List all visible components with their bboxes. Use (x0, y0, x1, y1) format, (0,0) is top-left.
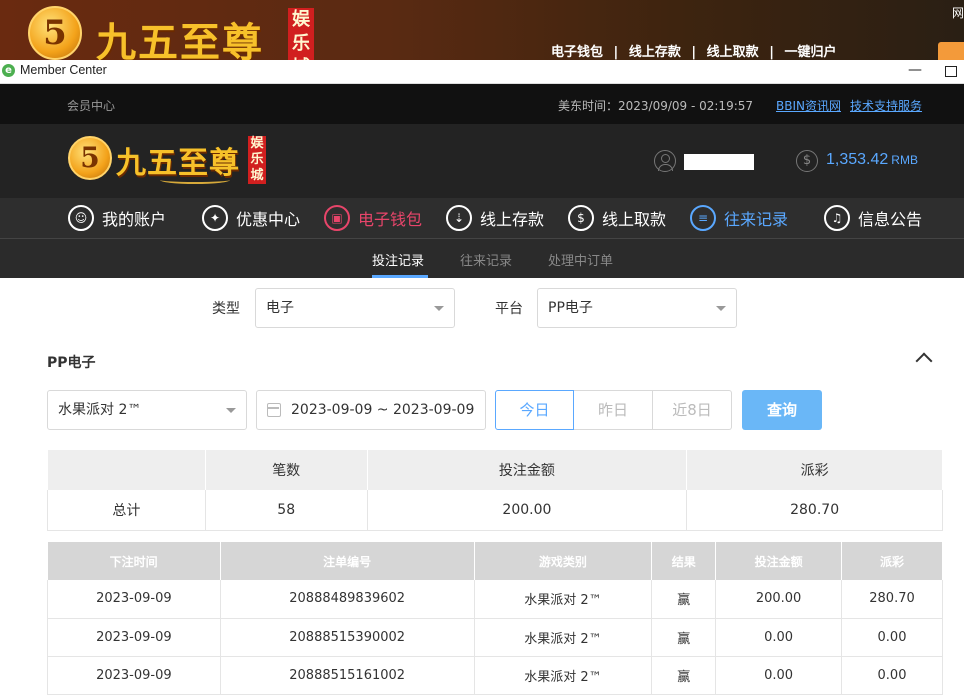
nav-promotions[interactable]: ✦ 优惠中心 (202, 205, 300, 231)
summary-header-row: 笔数 投注金额 派彩 (47, 450, 943, 490)
account-balance: 1,353.42 RMB (826, 151, 918, 169)
main-nav: ☺ 我的账户 ✦ 优惠中心 ▣ 电子钱包 ⇣ 线上存款 $ 线上取款 ≡ 往来记录 ♫ 信息公… (0, 198, 964, 239)
today-button[interactable]: 今日 (495, 390, 574, 430)
nav-announcements[interactable]: ♫ 信息公告 (824, 205, 922, 231)
bbin-news-link[interactable]: BBIN资讯网 (776, 97, 841, 114)
background-nav: 电子钱包 | 线上存款 | 线上取款 | 一键归户 (551, 45, 837, 60)
tech-support-link[interactable]: 技术支持服务 (850, 97, 922, 114)
tab-bet-records[interactable]: 投注记录 (372, 250, 424, 269)
summary-header-cell: 笔数 (205, 450, 368, 490)
balance-currency: RMB (891, 153, 918, 167)
chevron-down-icon (226, 408, 236, 413)
summary-bet-amount: 200.00 (367, 490, 688, 531)
records-header-cell: 注单编号 (220, 542, 475, 580)
nav-online-deposit[interactable]: ⇣ 线上存款 (446, 205, 544, 231)
window-title: Member Center (20, 63, 107, 77)
user-icon: ☺ (68, 205, 94, 231)
logo-tag: 娱乐城 (248, 136, 266, 184)
chevron-up-icon[interactable] (915, 352, 933, 370)
background-nav-wallet[interactable]: 电子钱包 (551, 45, 603, 60)
background-corner-text: 网 (951, 6, 964, 20)
maximize-icon[interactable] (945, 66, 957, 77)
table-row: 2023-09-09 20888515161002 水果派对 2™ 赢 0.00… (47, 656, 943, 695)
sub-tabs: 投注记录 往来记录 处理中订单 (0, 239, 964, 278)
browser-app-icon: e (2, 64, 15, 77)
nav-online-withdraw[interactable]: $ 线上取款 (568, 205, 666, 231)
table-row: 2023-09-09 20888515390002 水果派对 2™ 赢 0.00… (47, 618, 943, 657)
type-select[interactable]: 电子 (255, 288, 455, 328)
logo-swirl-icon (160, 176, 230, 184)
summary-payout: 280.70 (686, 490, 943, 531)
game-select[interactable]: 水果派对 2™ (47, 390, 247, 430)
tab-transfer-records[interactable]: 往来记录 (460, 250, 512, 269)
tab-pending-orders[interactable]: 处理中订单 (548, 250, 613, 269)
logo-icon: 5 (68, 136, 112, 180)
records-header-cell: 下注时间 (47, 542, 221, 580)
window-titlebar: e Member Center — (0, 60, 964, 84)
platform-select-value: PP电子 (548, 300, 593, 316)
records-header-cell: 派彩 (841, 542, 943, 580)
background-logo-text: 九五至尊 (96, 19, 264, 60)
query-button[interactable]: 查询 (742, 390, 822, 430)
deposit-icon: ⇣ (446, 205, 472, 231)
chevron-down-icon (716, 306, 726, 311)
yesterday-button[interactable]: 昨日 (574, 390, 653, 430)
records-header-row: 下注时间 注单编号 游戏类别 结果 投注金额 派彩 (47, 542, 943, 580)
records-icon: ≡ (690, 205, 716, 231)
nav-e-wallet[interactable]: ▣ 电子钱包 (324, 205, 422, 231)
active-tab-indicator (372, 275, 428, 278)
eastern-time: 美东时间：2023/09/09 - 02:19:57 (558, 99, 754, 113)
platform-label: 平台 (495, 301, 523, 317)
summary-header-cell (47, 450, 206, 490)
summary-row: 总计 58 200.00 280.70 (47, 490, 943, 531)
background-logo-icon: 5 (28, 6, 82, 60)
chevron-down-icon (434, 306, 444, 311)
date-range-input[interactable]: 2023-09-09 ~ 2023-09-09 (256, 390, 486, 430)
summary-total-label: 总计 (47, 490, 206, 531)
balance-amount: 1,353.42 (826, 151, 889, 168)
date-range-value: 2023-09-09 ~ 2023-09-09 (291, 402, 475, 418)
background-nav-withdraw[interactable]: 线上取款 (707, 45, 759, 60)
withdraw-icon: $ (568, 205, 594, 231)
type-select-value: 电子 (266, 300, 294, 316)
member-center-label: 会员中心 (67, 99, 116, 113)
minimize-icon[interactable]: — (905, 62, 925, 78)
table-row: 2023-09-09 20888489839602 水果派对 2™ 赢 200.… (47, 580, 943, 619)
calendar-icon (267, 403, 281, 417)
summary-count: 58 (205, 490, 368, 531)
game-select-value: 水果派对 2™ (58, 402, 142, 418)
background-corner-button[interactable] (938, 42, 964, 60)
bet-records-table: 下注时间 注单编号 游戏类别 结果 投注金额 派彩 2023-09-09 208… (47, 542, 943, 695)
last-8-days-button[interactable]: 近8日 (653, 390, 732, 430)
type-label: 类型 (212, 301, 240, 317)
background-nav-deposit[interactable]: 线上存款 (629, 45, 681, 60)
gift-icon: ✦ (202, 205, 228, 231)
background-site-banner: 5 九五至尊 娱乐城 电子钱包 | 线上存款 | 线上取款 | 一键归户 网 (0, 0, 964, 60)
background-nav-consolidate[interactable]: 一键归户 (784, 45, 836, 60)
member-header: 5 九五至尊 娱乐城 $ 1,353.42 RMB (0, 124, 964, 198)
bell-icon: ♫ (824, 205, 850, 231)
summary-header-cell: 投注金额 (367, 450, 688, 490)
nav-my-account[interactable]: ☺ 我的账户 (68, 205, 166, 231)
records-header-cell: 游戏类别 (474, 542, 653, 580)
nav-transaction-records[interactable]: ≡ 往来记录 (690, 205, 788, 231)
section-title: PP电子 (47, 355, 96, 371)
records-header-cell: 结果 (651, 542, 717, 580)
background-logo-tag: 娱乐城 (288, 8, 314, 60)
coin-icon: $ (796, 150, 818, 172)
summary-table: 笔数 投注金额 派彩 总计 58 200.00 280.70 (47, 450, 943, 531)
member-topbar: 会员中心 美东时间：2023/09/09 - 02:19:57 BBIN资讯网 … (0, 84, 964, 124)
user-avatar-icon (654, 150, 676, 172)
wallet-icon: ▣ (324, 205, 350, 231)
username-redacted (684, 154, 754, 170)
records-header-cell: 投注金额 (715, 542, 843, 580)
platform-select[interactable]: PP电子 (537, 288, 737, 328)
summary-header-cell: 派彩 (686, 450, 943, 490)
